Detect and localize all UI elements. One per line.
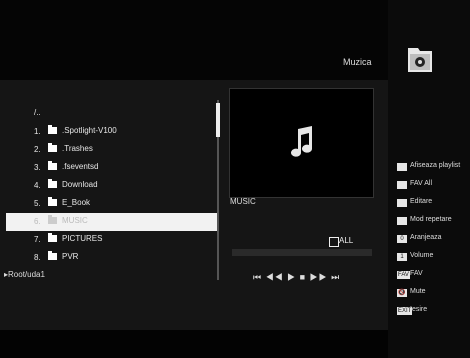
list-item[interactable]: 8. PVR [6, 249, 218, 267]
menu-item-fav-all[interactable]: FAV All [397, 180, 470, 198]
yellow-key-icon [397, 199, 407, 207]
list-item[interactable]: 7. PICTURES [6, 231, 218, 249]
playback-controls[interactable]: ⏮ ◀◀ ▶ ■ ▶▶ ⏭ [253, 272, 340, 283]
menu-item-mute[interactable]: 🔇 Mute [397, 288, 470, 306]
current-path: ▸Root/uda1 [4, 270, 45, 279]
menu-item-volume[interactable]: 1 Volume [397, 252, 470, 270]
parent-directory-row[interactable]: /.. [6, 105, 218, 123]
folder-icon [48, 197, 57, 206]
folder-music-icon [408, 48, 432, 72]
scrollbar-thumb[interactable] [216, 103, 220, 137]
all-checkbox[interactable] [329, 237, 339, 247]
preview-pane [229, 88, 374, 198]
media-browser-screen: Muzica /.. 1. .Spotlight-V100 2. .Trashe… [0, 0, 470, 358]
mute-key-icon: 🔇 [397, 289, 407, 297]
all-label: ALL [339, 236, 354, 245]
menu-item-exit[interactable]: EXIT Iesire [397, 306, 470, 324]
folder-icon [48, 161, 57, 170]
music-note-icon [291, 126, 312, 157]
folder-icon [48, 215, 57, 224]
menu-item-repeat-mode[interactable]: Mod repetare [397, 216, 470, 234]
progress-bar [232, 249, 372, 256]
options-menu: Afiseaza playlist FAV All Editare Mod re… [397, 162, 470, 324]
page-title: Muzica [343, 57, 372, 67]
preview-label: MUSIC [230, 197, 256, 206]
folder-icon [48, 125, 57, 134]
list-item[interactable]: 2. .Trashes [6, 141, 218, 159]
list-item[interactable]: 1. .Spotlight-V100 [6, 123, 218, 141]
parent-directory-label: /.. [34, 108, 41, 117]
folder-icon [48, 143, 57, 152]
fav-key-icon: FAV [397, 271, 410, 279]
blue-key-icon [397, 217, 407, 225]
folder-icon [48, 233, 57, 242]
green-key-icon [397, 181, 407, 189]
menu-item-playlist[interactable]: Afiseaza playlist [397, 162, 470, 180]
menu-item-sort[interactable]: 0 Aranjeaza [397, 234, 470, 252]
list-item[interactable]: 3. .fseventsd [6, 159, 218, 177]
zero-key-icon: 0 [397, 235, 407, 243]
folder-icon [48, 179, 57, 188]
menu-item-edit[interactable]: Editare [397, 198, 470, 216]
list-item[interactable]: 4. Download [6, 177, 218, 195]
one-key-icon: 1 [397, 253, 407, 261]
red-key-icon [397, 163, 407, 171]
menu-item-fav[interactable]: FAV FAV [397, 270, 470, 288]
file-list: /.. 1. .Spotlight-V100 2. .Trashes 3. .f… [6, 105, 218, 267]
folder-icon [48, 251, 57, 260]
list-item[interactable]: 5. E_Book [6, 195, 218, 213]
list-item-selected[interactable]: 6. MUSIC [6, 213, 218, 231]
